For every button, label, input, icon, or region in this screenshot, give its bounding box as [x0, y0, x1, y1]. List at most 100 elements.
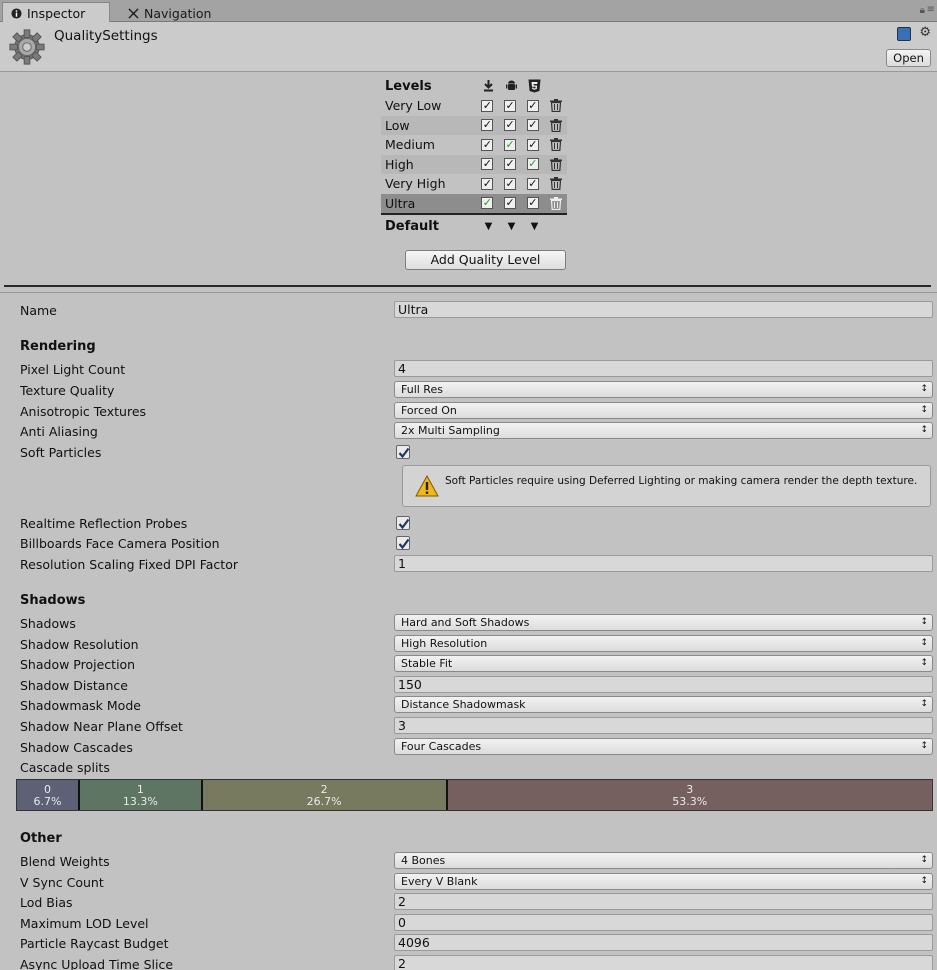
shadow-near-plane-field[interactable]: 3 [394, 717, 933, 734]
levels-header: Levels [381, 76, 567, 96]
async-upload-label: Async Upload Time Slice [20, 957, 174, 970]
level-platform-checkbox[interactable]: ✓ [504, 119, 517, 132]
level-platform-checkbox[interactable]: ✓ [481, 138, 494, 151]
vsync-count-value: Every V Blank [401, 875, 478, 888]
pixel-light-count-field[interactable]: 4 [394, 360, 933, 377]
quality-level-row[interactable]: Medium ✓ ✓ ✓ [381, 135, 567, 155]
cascade-split-percent: 13.3% [122, 795, 158, 808]
delete-level-icon[interactable] [544, 138, 567, 152]
shadow-projection-value: Stable Fit [401, 657, 453, 670]
shadow-distance-field[interactable]: 150 [394, 676, 933, 693]
level-platform-checkbox[interactable]: ✓ [526, 119, 539, 132]
dpi-factor-label: Resolution Scaling Fixed DPI Factor [20, 557, 238, 572]
delete-level-icon[interactable] [544, 99, 567, 113]
quality-level-row-selected[interactable]: Ultra ✓ ✓ ✓ [381, 193, 567, 213]
quality-level-row[interactable]: Low ✓ ✓ ✓ [381, 115, 567, 135]
shadows-value: Hard and Soft Shadows [401, 616, 530, 629]
delete-level-icon[interactable] [544, 157, 567, 171]
cascade-split-1[interactable]: 1 13.3% [79, 780, 203, 810]
shadowmask-mode-value: Distance Shadowmask [401, 698, 526, 711]
vsync-count-dropdown[interactable]: Every V Blank ↕ [394, 873, 933, 890]
open-button[interactable]: Open [886, 49, 931, 67]
shadow-near-plane-label: Shadow Near Plane Offset [20, 719, 183, 734]
tab-inspector[interactable]: Inspector [2, 2, 110, 22]
raycast-budget-label: Particle Raycast Budget [20, 936, 169, 951]
level-platform-checkbox[interactable]: ✓ [526, 197, 539, 210]
shadow-resolution-dropdown[interactable]: High Resolution ↕ [394, 635, 933, 652]
cascade-split-percent: 53.3% [672, 795, 708, 808]
lod-bias-field[interactable]: 2 [394, 893, 933, 910]
max-lod-field[interactable]: 0 [394, 914, 933, 931]
updown-arrows-icon: ↕ [920, 425, 928, 435]
help-book-icon[interactable] [897, 27, 911, 41]
default-row: Default ▼ ▼ ▼ [381, 215, 567, 237]
cascade-splits-bar[interactable]: 0 6.7% 1 13.3% 2 26.7% 3 53.3% [16, 779, 933, 811]
cascade-split-2[interactable]: 2 26.7% [202, 780, 448, 810]
updown-arrows-icon: ↕ [920, 876, 928, 886]
default-dropdown-icon[interactable]: ▼ [500, 221, 523, 232]
delete-level-icon[interactable] [544, 196, 567, 210]
updown-arrows-icon: ↕ [920, 741, 928, 751]
dpi-factor-field[interactable]: 1 [394, 555, 933, 572]
level-platform-checkbox[interactable]: ✓ [526, 99, 539, 112]
cascade-split-3[interactable]: 3 53.3% [447, 780, 932, 810]
name-label: Name [20, 303, 57, 318]
realtime-reflection-checkbox[interactable] [396, 516, 410, 530]
raycast-budget-field[interactable]: 4096 [394, 934, 933, 951]
warning-icon [415, 475, 439, 497]
quality-level-row[interactable]: Very Low ✓ ✓ ✓ [381, 96, 567, 116]
tab-navigation[interactable]: Navigation [120, 2, 219, 22]
level-platform-checkbox-default[interactable]: ✓ [481, 197, 494, 210]
level-platform-checkbox[interactable]: ✓ [481, 99, 494, 112]
pixel-light-count-label: Pixel Light Count [20, 362, 126, 377]
lock-icon[interactable]: 🔒︎ [920, 5, 925, 16]
texture-quality-dropdown[interactable]: Full Res ↕ [394, 381, 933, 398]
blend-weights-dropdown[interactable]: 4 Bones ↕ [394, 852, 933, 869]
cascade-split-0[interactable]: 0 6.7% [17, 780, 80, 810]
soft-particles-label: Soft Particles [20, 445, 102, 460]
delete-level-icon[interactable] [544, 118, 567, 132]
billboards-checkbox[interactable] [396, 536, 410, 550]
name-field[interactable]: Ultra [394, 301, 933, 318]
delete-level-icon[interactable] [544, 177, 567, 191]
level-platform-checkbox-default[interactable]: ✓ [526, 158, 539, 171]
default-dropdown-icon[interactable]: ▼ [523, 221, 546, 232]
level-platform-checkbox[interactable]: ✓ [526, 177, 539, 190]
level-platform-checkbox[interactable]: ✓ [526, 138, 539, 151]
shadow-projection-dropdown[interactable]: Stable Fit ↕ [394, 655, 933, 672]
shadows-dropdown[interactable]: Hard and Soft Shadows ↕ [394, 614, 933, 631]
other-heading: Other [20, 831, 62, 846]
android-icon [500, 80, 523, 92]
level-platform-checkbox[interactable]: ✓ [504, 197, 517, 210]
section-divider-thin [0, 292, 937, 293]
level-platform-checkbox[interactable]: ✓ [504, 99, 517, 112]
tab-menu-icon[interactable]: ≡ [927, 4, 935, 15]
level-platform-checkbox[interactable]: ✓ [504, 158, 517, 171]
anti-aliasing-dropdown[interactable]: 2x Multi Sampling ↕ [394, 422, 933, 439]
quality-level-name: Low [385, 117, 410, 133]
shadow-cascades-dropdown[interactable]: Four Cascades ↕ [394, 738, 933, 755]
quality-level-row[interactable]: Very High ✓ ✓ ✓ [381, 174, 567, 194]
level-platform-checkbox[interactable]: ✓ [481, 158, 494, 171]
level-platform-checkbox[interactable]: ✓ [504, 177, 517, 190]
shadow-cascades-value: Four Cascades [401, 740, 482, 753]
billboards-label: Billboards Face Camera Position [20, 536, 220, 551]
shadowmask-mode-dropdown[interactable]: Distance Shadowmask ↕ [394, 696, 933, 713]
shadow-resolution-label: Shadow Resolution [20, 637, 139, 652]
rendering-heading: Rendering [20, 339, 96, 354]
soft-particles-checkbox[interactable] [396, 445, 410, 459]
quality-level-name: Very High [385, 176, 446, 192]
default-dropdown-icon[interactable]: ▼ [477, 221, 500, 232]
quality-level-name: Very Low [385, 98, 442, 114]
cascade-splits-label: Cascade splits [20, 760, 110, 775]
blend-weights-label: Blend Weights [20, 854, 110, 869]
html5-icon [523, 79, 546, 93]
level-platform-checkbox-default[interactable]: ✓ [504, 138, 517, 151]
async-upload-field[interactable]: 2 [394, 955, 933, 970]
anisotropic-dropdown[interactable]: Forced On ↕ [394, 402, 933, 419]
level-platform-checkbox[interactable]: ✓ [481, 177, 494, 190]
level-platform-checkbox[interactable]: ✓ [481, 119, 494, 132]
component-settings-icon[interactable]: ⚙ [919, 25, 931, 40]
add-quality-level-button[interactable]: Add Quality Level [405, 250, 566, 270]
quality-level-row[interactable]: High ✓ ✓ ✓ [381, 154, 567, 174]
